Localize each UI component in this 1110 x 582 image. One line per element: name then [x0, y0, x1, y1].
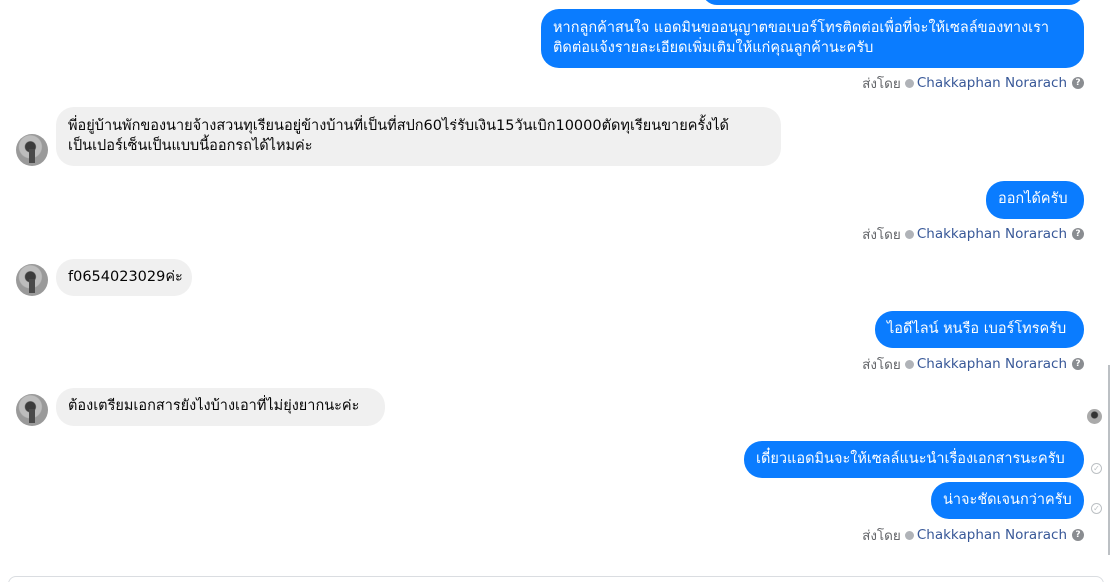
message-line: เป็นเปอร์เซ็นเป็นแบบนี้ออกรถได้ไหมค่ะ	[68, 138, 313, 154]
sent-by-label: ส่งโดย	[862, 357, 901, 373]
message-composer[interactable]	[8, 576, 1104, 582]
message-text: ต้องเตรียมเอกสารยังไงบ้างเอาที่ไม่ยุ่งยา…	[68, 398, 360, 414]
message-text: f0654023029ค่ะ	[68, 269, 183, 285]
message-line: พี่อยู่บ้านพักของนายจ้างสวนทุเรียนอยู่ข้…	[68, 118, 729, 134]
help-icon[interactable]: ?	[1072, 77, 1084, 89]
verified-icon	[904, 229, 914, 239]
incoming-message-bubble[interactable]: f0654023029ค่ะ	[56, 259, 192, 296]
contact-avatar[interactable]	[16, 134, 48, 166]
delivered-check-icon: ✓	[1091, 463, 1102, 474]
agent-name[interactable]: Chakkaphan Norarach	[917, 75, 1067, 91]
verified-icon	[904, 530, 914, 540]
outgoing-message-bubble[interactable]: หากลูกค้าสนใจ แอดมินขออนุญาตขอเบอร์โทรติ…	[541, 9, 1084, 68]
verified-icon	[904, 78, 914, 88]
message-text: ไอดีไลน์ หนรือ เบอร์โทรครับ	[887, 321, 1067, 337]
message-line: หากลูกค้าสนใจ แอดมินขออนุญาตขอเบอร์โทรติ…	[553, 20, 1050, 36]
message-text: เดี๋ยวแอดมินจะให้เซลล์แนะนำเรื่องเอกสารน…	[756, 451, 1065, 467]
sent-by-label: ส่งโดย	[862, 528, 901, 544]
help-icon[interactable]: ?	[1072, 358, 1084, 370]
chat-thread: หากลูกค้าสนใจ แอดมินขออนุญาตขอเบอร์โทรติ…	[0, 0, 1110, 582]
agent-name[interactable]: Chakkaphan Norarach	[917, 527, 1067, 543]
incoming-message-bubble[interactable]: ต้องเตรียมเอกสารยังไงบ้างเอาที่ไม่ยุ่งยา…	[56, 388, 385, 426]
outgoing-message-bubble[interactable]: ไอดีไลน์ หนรือ เบอร์โทรครับ	[875, 311, 1084, 348]
seen-by-avatar-icon	[1087, 409, 1102, 424]
sent-by-info: ส่งโดย Chakkaphan Norarach ?	[862, 74, 1084, 92]
contact-avatar[interactable]	[16, 264, 48, 296]
sent-by-info: ส่งโดย Chakkaphan Norarach ?	[862, 526, 1084, 544]
outgoing-message-bubble[interactable]: ออกได้ครับ	[986, 181, 1084, 219]
message-text: ออกได้ครับ	[998, 191, 1068, 207]
sent-by-info: ส่งโดย Chakkaphan Norarach ?	[862, 355, 1084, 373]
agent-name[interactable]: Chakkaphan Norarach	[917, 356, 1067, 372]
agent-name[interactable]: Chakkaphan Norarach	[917, 226, 1067, 242]
delivered-check-icon: ✓	[1091, 503, 1102, 514]
incoming-message-bubble[interactable]: พี่อยู่บ้านพักของนายจ้างสวนทุเรียนอยู่ข้…	[56, 107, 781, 166]
sent-by-info: ส่งโดย Chakkaphan Norarach ?	[862, 225, 1084, 243]
outgoing-message-bubble[interactable]: เดี๋ยวแอดมินจะให้เซลล์แนะนำเรื่องเอกสารน…	[744, 441, 1084, 478]
message-text: น่าจะชัดเจนกว่าครับ	[943, 492, 1072, 508]
outgoing-message-bubble[interactable]: น่าจะชัดเจนกว่าครับ	[931, 482, 1084, 519]
sent-by-label: ส่งโดย	[862, 76, 901, 92]
help-icon[interactable]: ?	[1072, 228, 1084, 240]
message-line: ติดต่อแจ้งรายละเอียดเพิ่มเติมให้แก่คุณลู…	[553, 40, 874, 56]
contact-avatar[interactable]	[16, 394, 48, 426]
help-icon[interactable]: ?	[1072, 529, 1084, 541]
sent-by-label: ส่งโดย	[862, 227, 901, 243]
verified-icon	[904, 359, 914, 369]
outgoing-message-bubble-cropped	[702, 0, 1084, 5]
